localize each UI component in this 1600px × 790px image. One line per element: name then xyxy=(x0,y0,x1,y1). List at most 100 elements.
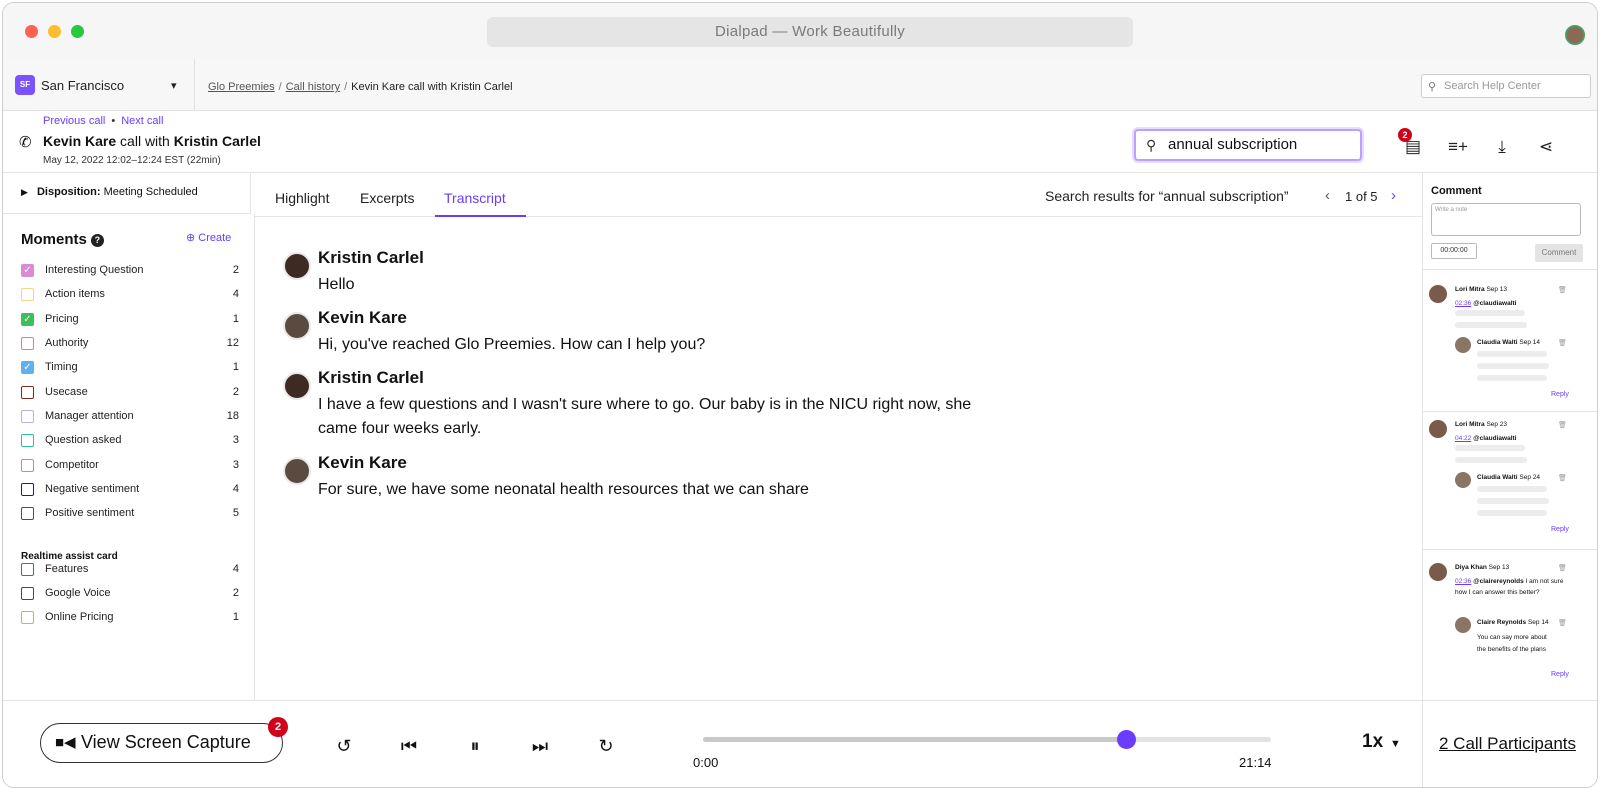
message-text: Hello xyxy=(318,276,355,293)
moment-checkbox[interactable] xyxy=(21,459,34,472)
comment-mention: @clairereynolds xyxy=(1473,578,1524,585)
trash-icon[interactable]: 🗑 xyxy=(1558,619,1567,627)
playback-speed[interactable]: 1x xyxy=(1362,731,1383,753)
location-selector[interactable]: SF San Francisco xyxy=(15,75,124,95)
breadcrumb-link-call-history[interactable]: Call history xyxy=(286,81,340,93)
skip-next-icon[interactable]: ⏭ xyxy=(527,733,553,759)
progress-track[interactable] xyxy=(703,737,1271,742)
moment-item[interactable]: Competitor 3 xyxy=(21,457,239,475)
transcript-search-value: annual subscription xyxy=(1168,136,1298,153)
reply-author-name: Claudia Walti xyxy=(1477,474,1518,481)
tab-excerpts[interactable]: Excerpts xyxy=(360,190,414,206)
download-icon[interactable]: ⤓ xyxy=(1491,137,1513,157)
tab-highlight[interactable]: Highlight xyxy=(275,190,329,206)
moment-checkbox[interactable]: ✓ xyxy=(21,264,34,277)
message-text: For sure, we have some neonatal health r… xyxy=(318,481,809,498)
comment-author-name: Lori Mitra xyxy=(1455,286,1485,293)
trash-icon[interactable]: 🗑 xyxy=(1558,421,1567,429)
location-label: San Francisco xyxy=(41,77,125,93)
breadcrumb-current: Kevin Kare call with Kristin Carlel xyxy=(351,81,513,93)
breadcrumb-link-company[interactable]: Glo Preemies xyxy=(208,81,275,93)
moment-checkbox[interactable]: ✓ xyxy=(21,361,34,374)
tab-transcript[interactable]: Transcript xyxy=(444,190,506,206)
trash-icon[interactable]: 🗑 xyxy=(1558,286,1567,294)
moment-item[interactable]: Question asked 3 xyxy=(21,432,239,450)
call-title: Kevin Kare call with Kristin Carlel xyxy=(43,133,261,149)
view-screen-capture-button[interactable]: ■◀ View Screen Capture xyxy=(40,723,283,763)
progress-thumb[interactable] xyxy=(1116,730,1136,749)
moment-item[interactable]: ✓ Interesting Question 2 xyxy=(21,262,239,280)
realtime-checkbox[interactable] xyxy=(21,563,34,576)
comment-author-avatar xyxy=(1429,563,1447,581)
comment-timestamp-link[interactable]: 02:36 xyxy=(1455,300,1471,307)
call-with-text: call with xyxy=(120,133,170,149)
reply-author-name: Claudia Walti xyxy=(1477,339,1518,346)
moment-item[interactable]: Usecase 2 xyxy=(21,384,239,402)
comment-input[interactable]: Write a note xyxy=(1431,203,1581,236)
share-icon[interactable]: ⋖ xyxy=(1535,137,1557,157)
forward-15-icon[interactable]: ↻ xyxy=(593,733,619,759)
reply-link[interactable]: Reply xyxy=(1551,671,1569,678)
moment-checkbox[interactable]: ✓ xyxy=(21,313,34,326)
help-search-input[interactable]: ⚲ Search Help Center xyxy=(1421,74,1591,98)
trash-icon[interactable]: 🗑 xyxy=(1558,564,1567,572)
skip-previous-icon[interactable]: ⏮ xyxy=(396,733,422,759)
realtime-item[interactable]: Online Pricing 1 xyxy=(21,609,239,627)
comment-author: Lori Mitra Sep 23 xyxy=(1455,421,1507,428)
realtime-count: 1 xyxy=(232,611,239,623)
moment-item[interactable]: ✓ Pricing 1 xyxy=(21,311,239,329)
comment-button[interactable]: Comment xyxy=(1535,244,1583,262)
chevron-left-icon[interactable]: ‹ xyxy=(1325,187,1330,204)
moment-checkbox[interactable] xyxy=(21,410,34,423)
trash-icon[interactable]: 🗑 xyxy=(1558,339,1567,347)
reply-placeholder-line xyxy=(1477,510,1547,516)
chevron-right-icon[interactable]: › xyxy=(1391,187,1396,204)
user-avatar[interactable] xyxy=(1565,25,1585,45)
add-to-playlist-icon[interactable]: ≡+ xyxy=(1447,137,1469,157)
close-window-button[interactable] xyxy=(25,25,38,38)
speaker-avatar xyxy=(283,372,311,400)
moment-item[interactable]: Manager attention 18 xyxy=(21,408,239,426)
comment-placeholder-line xyxy=(1455,322,1527,328)
comment-timestamp-link[interactable]: 02:36 xyxy=(1455,578,1471,585)
realtime-item[interactable]: Google Voice 2 xyxy=(21,585,239,603)
moment-item[interactable]: ✓ Timing 1 xyxy=(21,359,239,377)
transcript-search-input[interactable]: ⚲ annual subscription xyxy=(1134,129,1362,161)
realtime-checkbox[interactable] xyxy=(21,611,34,624)
moment-count: 18 xyxy=(226,410,239,422)
disposition[interactable]: ▶ Disposition: Meeting Scheduled xyxy=(3,173,251,214)
reply-link[interactable]: Reply xyxy=(1551,526,1569,533)
reply-link[interactable]: Reply xyxy=(1551,391,1569,398)
pause-icon[interactable]: ⏸ xyxy=(462,733,488,759)
moment-checkbox[interactable] xyxy=(21,288,34,301)
realtime-item[interactable]: Features 4 xyxy=(21,561,239,579)
minimize-window-button[interactable] xyxy=(48,25,61,38)
moment-label: Question asked xyxy=(45,434,122,446)
chevron-down-icon[interactable]: ▾ xyxy=(171,79,177,92)
comment-timestamp-link[interactable]: 04:22 xyxy=(1455,435,1471,442)
trash-icon[interactable]: 🗑 xyxy=(1558,474,1567,482)
moment-checkbox[interactable] xyxy=(21,507,34,520)
moment-item[interactable]: Positive sentiment 5 xyxy=(21,505,239,523)
realtime-checkbox[interactable] xyxy=(21,587,34,600)
reply-author: Claire Reynolds Sep 14 xyxy=(1477,619,1549,626)
moment-checkbox[interactable] xyxy=(21,434,34,447)
moment-checkbox[interactable] xyxy=(21,386,34,399)
next-call-link[interactable]: Next call xyxy=(121,115,163,127)
create-moment-button[interactable]: ⊕ Create xyxy=(186,231,231,244)
comment-date: Sep 13 xyxy=(1486,286,1508,293)
comment-placeholder-line xyxy=(1455,310,1525,316)
help-icon[interactable]: ? xyxy=(90,234,104,247)
moment-item[interactable]: Action items 4 xyxy=(21,286,239,304)
moment-checkbox[interactable] xyxy=(21,337,34,350)
caret-down-icon[interactable]: ▼ xyxy=(1390,738,1401,750)
moment-item[interactable]: Authority 12 xyxy=(21,335,239,353)
moment-checkbox[interactable] xyxy=(21,483,34,496)
previous-call-link[interactable]: Previous call xyxy=(43,115,105,127)
rewind-15-icon[interactable]: ↺ xyxy=(331,733,357,759)
call-participants-link[interactable]: 2 Call Participants xyxy=(1439,734,1576,754)
realtime-label: Google Voice xyxy=(45,587,111,599)
comment-time-field[interactable]: 00:00:00 xyxy=(1431,243,1477,259)
moment-item[interactable]: Negative sentiment 4 xyxy=(21,481,239,499)
maximize-window-button[interactable] xyxy=(71,25,84,38)
